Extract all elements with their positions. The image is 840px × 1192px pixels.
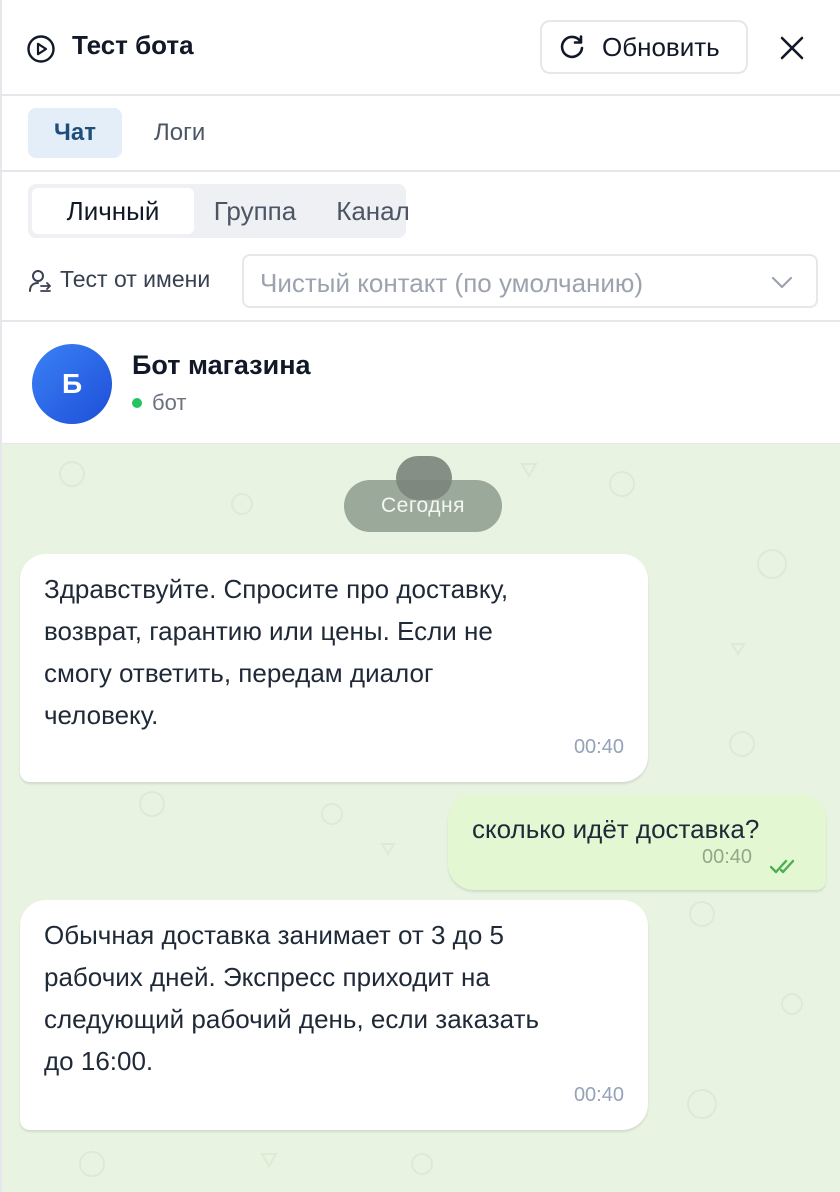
bot-status: бот (132, 390, 186, 416)
tab-chat[interactable]: Чат (28, 108, 122, 158)
play-circle-icon (27, 35, 55, 63)
contact-select[interactable]: Чистый контакт (по умолчанию) (242, 254, 818, 308)
message-time: 00:40 (573, 1084, 624, 1106)
tab-logs[interactable]: Логи (130, 108, 229, 158)
message-text: сколько идёт доставка? (472, 814, 760, 844)
chat-type-private[interactable]: Личный (32, 188, 194, 234)
avatar: Б (32, 344, 112, 424)
scroll-indicator[interactable] (396, 456, 452, 500)
message-time: 00:40 (573, 736, 624, 758)
online-indicator (132, 398, 142, 408)
chat-type-channel[interactable]: Канал (318, 188, 428, 234)
message-text: Здравствуйте. Спросите про доставку, воз… (44, 574, 509, 730)
message-bubble-incoming: Здравствуйте. Спросите про доставку, воз… (20, 554, 648, 782)
refresh-icon (560, 35, 584, 59)
refresh-button[interactable]: Обновить (540, 20, 748, 74)
bot-name: Бот магазина (132, 350, 311, 380)
message-bubble-outgoing: сколько идёт доставка? 00:40 (448, 794, 826, 890)
contact-select-placeholder: Чистый контакт (по умолчанию) (260, 268, 644, 298)
message-time: 00:40 (702, 846, 753, 868)
panel-title: Тест бота (72, 30, 194, 60)
user-switch-icon (29, 270, 51, 292)
test-as-label: Тест от имени (60, 266, 211, 292)
refresh-label: Обновить (602, 31, 720, 62)
chat-area[interactable]: Сегодня Здравствуйте. Спросите про доста… (2, 444, 840, 1192)
panel-header: Тест бота Обновить (2, 0, 840, 96)
chat-type-group[interactable]: Группа (194, 188, 316, 234)
message-text: Обычная доставка занимает от 3 до 5 рабо… (44, 920, 540, 1076)
message-bubble-incoming: Обычная доставка занимает от 3 до 5 рабо… (20, 900, 648, 1130)
bot-test-panel: Тест бота Обновить Чат Логи Личный Групп… (0, 0, 840, 1192)
chat-header: Б Бот магазина бот (2, 320, 840, 444)
close-icon[interactable] (778, 34, 806, 62)
bot-status-text: бот (152, 390, 187, 415)
chat-type-segmented-control: Личный Группа Канал (28, 184, 410, 238)
tabs-bar: Чат Логи (2, 96, 840, 172)
double-check-icon (770, 859, 795, 874)
chevron-down-icon (771, 276, 793, 289)
